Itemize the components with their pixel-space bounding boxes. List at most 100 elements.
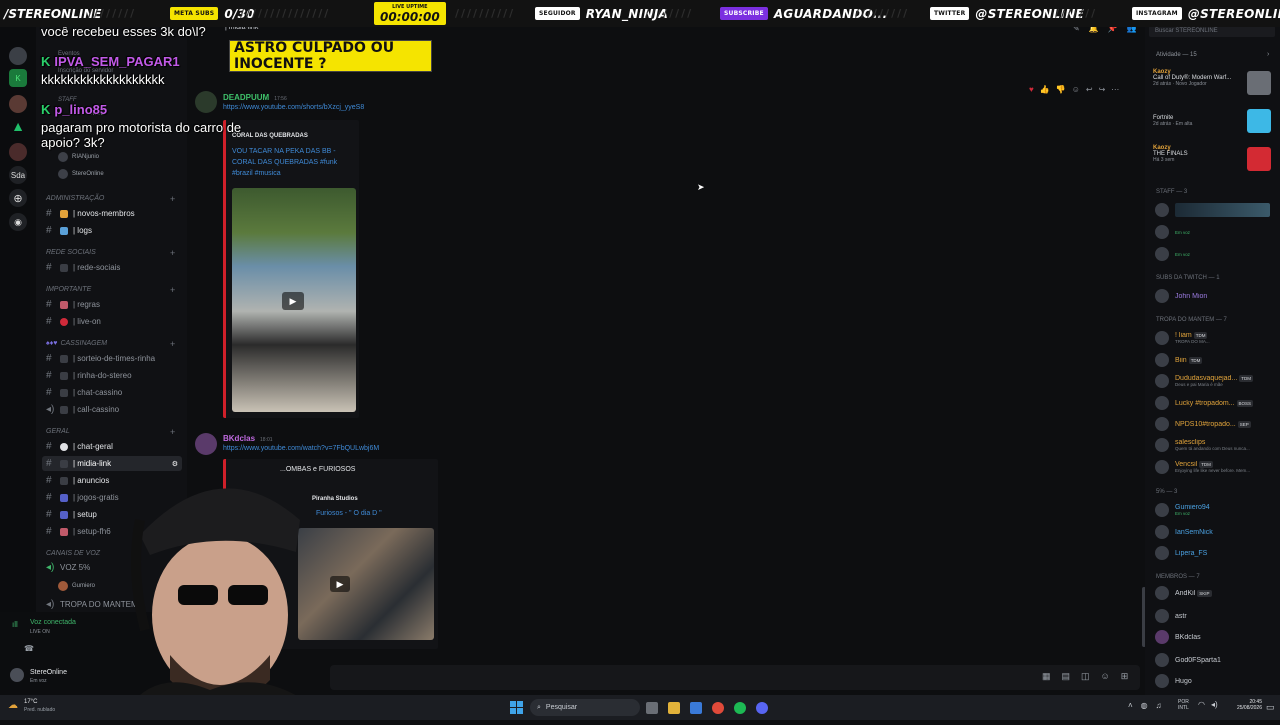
voice-member-name: Gumiero	[72, 583, 96, 589]
channel-chat-cassino[interactable]: # | chat-cassino	[42, 385, 182, 400]
category-cassinagem[interactable]: ♠♦♥ CASSINAGEM +	[46, 339, 175, 349]
server-icon[interactable]	[9, 95, 27, 113]
spotify-icon[interactable]	[734, 702, 746, 714]
taskbar-search[interactable]: ⌕ Pesquisar	[530, 699, 640, 716]
category-administracao[interactable]: ADMINISTRAÇÃO +	[46, 194, 175, 204]
member-row[interactable]: BKdclas	[1155, 628, 1275, 646]
store-icon[interactable]	[690, 702, 702, 714]
gif-icon[interactable]: ▤	[1062, 671, 1071, 682]
weather-temp[interactable]: 17°C	[24, 699, 37, 705]
server-icon-k[interactable]: K	[9, 69, 27, 87]
clock[interactable]: 20:45 25/08/2026	[1226, 699, 1262, 711]
add-channel-icon[interactable]: +	[170, 285, 175, 295]
discord-icon[interactable]	[756, 702, 768, 714]
author-avatar[interactable]	[195, 91, 217, 113]
category-name: CANAIS DE VOZ	[46, 550, 101, 557]
explore-icon[interactable]: ◉	[9, 213, 27, 231]
server-icon[interactable]	[9, 47, 27, 65]
chrome-icon[interactable]	[712, 702, 724, 714]
add-channel-icon[interactable]: +	[170, 427, 175, 437]
member-row[interactable]: astr	[1155, 607, 1275, 625]
voice-member[interactable]: Gumiero	[58, 581, 95, 591]
chevron-up-icon[interactable]: ˄	[1128, 701, 1133, 710]
embed-title[interactable]: VOU TACAR NA PEKA DAS BB - CORAL DAS QUE…	[232, 146, 354, 179]
thumbnail-astro[interactable]: ASTRO CULPADO OU INOCENTE ?	[229, 40, 432, 72]
network-icon[interactable]: ◍	[1141, 701, 1148, 710]
forward-icon[interactable]: ↪	[1099, 85, 1106, 94]
task-view-icon[interactable]	[646, 702, 658, 714]
add-reaction-icon[interactable]: ☺	[1072, 85, 1080, 94]
member-row[interactable]: AndKil SKIP	[1155, 584, 1275, 602]
category-name: CASSINAGEM	[60, 340, 108, 347]
voice-member[interactable]: StereOnline	[58, 169, 104, 179]
more-options-icon[interactable]: ⋯	[1111, 85, 1119, 94]
channel-regras[interactable]: # | regras	[42, 297, 182, 312]
member-row[interactable]: Biin TDM	[1155, 351, 1275, 369]
channel-rinha[interactable]: # | rinha-do-stereo	[42, 368, 182, 383]
author-name[interactable]: DEADPUUM	[223, 93, 269, 102]
activity-card[interactable]: Kaozy THE FINALS Há 3 sem	[1153, 145, 1275, 179]
member-row[interactable]: ! liam TDM TROPA DO MA...	[1155, 329, 1275, 347]
channel-live-on[interactable]: # | live-on	[42, 314, 182, 329]
volume-icon[interactable]: ◂)	[1211, 700, 1218, 709]
language-indicator[interactable]: POR INTL	[1178, 699, 1189, 711]
member-row[interactable]: Em voz	[1155, 245, 1275, 263]
triangle-server-icon[interactable]: ▲	[9, 117, 27, 135]
channel-sorteio[interactable]: # | sorteio-de-times-rinha	[42, 351, 182, 366]
voice-member[interactable]: RIANjunio	[58, 152, 99, 162]
member-row[interactable]: Lipera_FS	[1155, 544, 1275, 562]
add-channel-icon[interactable]: +	[170, 339, 175, 349]
file-explorer-icon[interactable]	[668, 702, 680, 714]
play-icon[interactable]: ▶	[282, 292, 304, 310]
add-server-icon[interactable]: ⊕	[9, 189, 27, 207]
sticker-icon[interactable]: ◫	[1081, 671, 1090, 682]
category-rede-sociais[interactable]: REDE SOCIAIS +	[46, 248, 175, 258]
category-geral[interactable]: GERAL +	[46, 427, 175, 437]
disconnect-icon[interactable]: ☎	[24, 644, 34, 653]
notification-icon[interactable]: ▭	[1266, 702, 1275, 713]
video-thumbnail[interactable]: ▶	[232, 188, 356, 412]
add-channel-icon[interactable]: +	[170, 194, 175, 204]
activity-card[interactable]: Kaozy Call of Duty®: Modern Warf... 2d a…	[1153, 69, 1275, 103]
reply-icon[interactable]: ↩	[1086, 85, 1093, 94]
member-row[interactable]: NPDS10#tropado... SEP	[1155, 415, 1275, 433]
youtube-link[interactable]: https://www.youtube.com/shorts/bXzcj_yye…	[223, 104, 364, 111]
user-avatar[interactable]	[10, 668, 24, 682]
wifi-icon[interactable]: ◠	[1198, 700, 1205, 709]
member-row[interactable]: Dududasvaquejad... TDM Deus e pai Maria é …	[1155, 372, 1275, 390]
member-row[interactable]: John Mion	[1155, 287, 1275, 305]
windows-start-icon[interactable]	[510, 701, 523, 714]
member-row[interactable]: Lucky #tropadom... BOSS	[1155, 394, 1275, 412]
category-canais-de-voz[interactable]: CANAIS DE VOZ	[46, 550, 100, 557]
weather-icon[interactable]: ☁	[8, 700, 18, 711]
add-channel-icon[interactable]: +	[170, 248, 175, 258]
member-row[interactable]: Hugo	[1155, 672, 1275, 690]
member-row[interactable]: Em voz	[1155, 223, 1275, 241]
thumbs-down-icon[interactable]: 👎	[1056, 85, 1066, 94]
apps-icon[interactable]: ⊞	[1121, 671, 1129, 682]
server-icon-sda[interactable]: Sda	[9, 166, 27, 184]
username[interactable]: StereOnline	[30, 669, 67, 676]
channel-logs[interactable]: # | logs	[42, 223, 182, 238]
member-row[interactable]	[1155, 201, 1275, 219]
member-row[interactable]: God0FSparta1	[1155, 651, 1275, 669]
server-icon[interactable]	[9, 143, 27, 161]
channel-call-cassino[interactable]: ◂) | call-cassino	[42, 402, 182, 417]
member-row[interactable]: IanSemNick	[1155, 523, 1275, 541]
activity-card[interactable]: Fortnite 2d atrás · Em alta	[1153, 107, 1275, 141]
chevron-right-icon[interactable]: ›	[1267, 51, 1269, 58]
message-input[interactable]: ▦ ▤ ◫ ☺ ⊞	[330, 665, 1140, 690]
embed-author[interactable]: CORAL DAS QUEBRADAS	[232, 133, 308, 139]
channel-rede-sociais[interactable]: # | rede-sociais	[42, 260, 182, 275]
thumbs-up-icon[interactable]: 👍	[1040, 85, 1050, 94]
emoji-icon[interactable]: ☺	[1101, 671, 1110, 682]
channel-novos-membros[interactable]: # | novos-membros	[42, 206, 182, 221]
server-search[interactable]: Buscar STEREONLINE	[1149, 26, 1275, 37]
member-row[interactable]: salesclips Quem tá andando com Deus nunca…	[1155, 436, 1275, 454]
gift-icon[interactable]: ▦	[1042, 671, 1051, 682]
category-importante[interactable]: IMPORTANTE +	[46, 285, 175, 295]
reaction-icon[interactable]: ♥	[1029, 85, 1034, 94]
member-row[interactable]: Vencsil TDM Enjoying life like never befor…	[1155, 458, 1275, 476]
mic-icon[interactable]: ♫	[1156, 701, 1162, 710]
member-row[interactable]: Gumiero94 Em voz	[1155, 501, 1275, 519]
